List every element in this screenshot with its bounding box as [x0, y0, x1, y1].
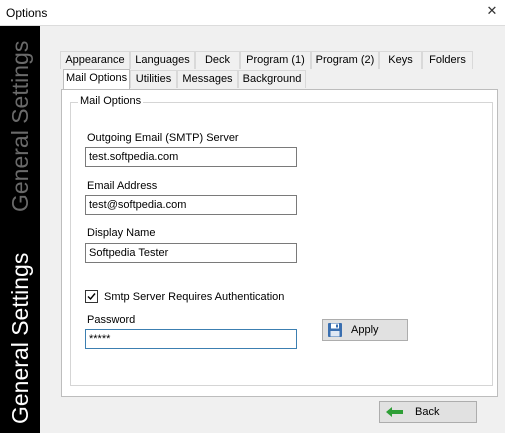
- tab-appearance[interactable]: Appearance: [60, 51, 130, 69]
- mail-options-group: Mail Options Outgoing Email (SMTP) Serve…: [70, 95, 493, 386]
- smtp-server-input[interactable]: [85, 147, 297, 167]
- tab-messages[interactable]: Messages: [177, 70, 238, 88]
- password-input[interactable]: [85, 329, 297, 349]
- password-label: Password: [87, 314, 136, 326]
- apply-button[interactable]: Apply: [322, 319, 408, 341]
- window-title: Options: [6, 6, 48, 20]
- email-address-input[interactable]: [85, 195, 297, 215]
- apply-button-label: Apply: [351, 324, 379, 336]
- auth-checkbox-label: Smtp Server Requires Authentication: [104, 291, 285, 303]
- mail-options-panel: Mail Options Outgoing Email (SMTP) Serve…: [61, 89, 498, 397]
- tab-program-1[interactable]: Program (1): [240, 51, 311, 69]
- sidebar-title: General Settings: [7, 252, 33, 424]
- title-bar: Options ✕: [0, 0, 505, 26]
- tab-languages[interactable]: Languages: [130, 51, 195, 69]
- tab-program-2[interactable]: Program (2): [311, 51, 379, 69]
- back-button-label: Back: [415, 406, 440, 418]
- options-content: Appearance Languages Deck Program (1) Pr…: [40, 26, 505, 433]
- auth-checkbox[interactable]: [85, 290, 98, 303]
- email-address-label: Email Address: [87, 180, 158, 192]
- close-icon[interactable]: ✕: [485, 4, 499, 18]
- display-name-label: Display Name: [87, 227, 156, 239]
- group-title: Mail Options: [78, 95, 144, 107]
- tab-utilities[interactable]: Utilities: [130, 70, 177, 88]
- tab-mail-options[interactable]: Mail Options: [63, 69, 130, 89]
- floppy-disk-icon: [328, 323, 342, 337]
- tab-keys[interactable]: Keys: [379, 51, 422, 69]
- tab-folders[interactable]: Folders: [422, 51, 473, 69]
- display-name-input[interactable]: [85, 243, 297, 263]
- green-arrow-left-icon: [386, 407, 403, 417]
- back-button[interactable]: Back: [379, 401, 477, 423]
- checkmark-icon: [87, 293, 96, 301]
- tab-deck[interactable]: Deck: [195, 51, 240, 69]
- sidebar-title-shadow: General Settings: [7, 40, 33, 212]
- sidebar-banner: General Settings General Settings: [0, 26, 40, 433]
- smtp-server-label: Outgoing Email (SMTP) Server: [87, 132, 239, 144]
- tab-background[interactable]: Background: [238, 70, 306, 88]
